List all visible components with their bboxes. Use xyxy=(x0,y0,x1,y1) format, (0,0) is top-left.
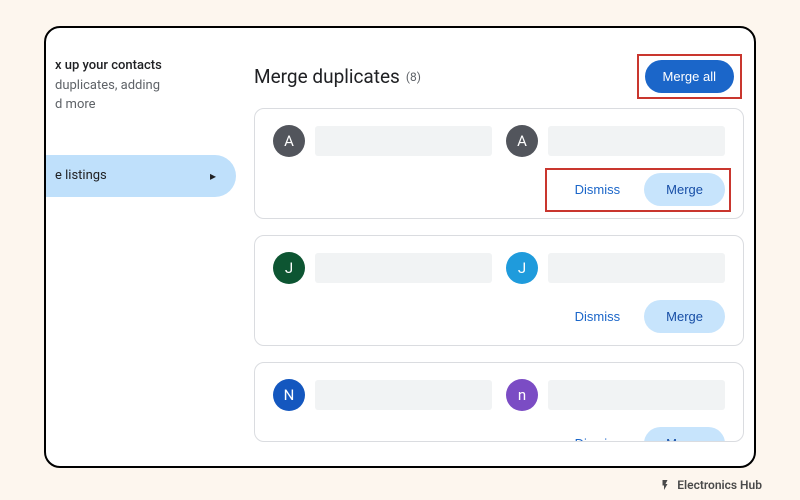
page-title: Merge duplicates (8) xyxy=(254,65,421,88)
contact-name-placeholder xyxy=(315,380,492,410)
duplicate-card: JJDismissMerge xyxy=(254,235,744,346)
header: Merge duplicates (8) Merge all xyxy=(254,54,742,99)
avatar: A xyxy=(273,125,305,157)
card-actions: Dismiss Merge xyxy=(273,300,725,333)
contact-entry[interactable]: N xyxy=(273,379,492,411)
sidebar-item-listings[interactable]: e listings ▸ xyxy=(44,155,236,197)
merge-all-button[interactable]: Merge all xyxy=(645,60,734,93)
dismiss-button[interactable]: Dismiss xyxy=(561,174,635,205)
contact-entry[interactable]: A xyxy=(506,125,725,157)
sidebar-heading-line3: d more xyxy=(55,95,236,115)
merge-button[interactable]: Merge xyxy=(644,300,725,333)
sidebar: x up your contacts duplicates, adding d … xyxy=(44,48,236,197)
duplicate-card: AADismissMerge xyxy=(254,108,744,219)
card-actions: Dismiss Merge xyxy=(273,427,725,442)
bolt-icon xyxy=(658,478,672,492)
contact-name-placeholder xyxy=(548,126,725,156)
avatar: A xyxy=(506,125,538,157)
avatar: J xyxy=(273,252,305,284)
avatar: J xyxy=(506,252,538,284)
app-window: x up your contacts duplicates, adding d … xyxy=(44,26,756,468)
sidebar-heading-line1: x up your contacts xyxy=(55,56,236,76)
card-actions: Dismiss Merge xyxy=(273,173,725,206)
avatar: N xyxy=(273,379,305,411)
contact-name-placeholder xyxy=(315,126,492,156)
sidebar-heading: x up your contacts duplicates, adding d … xyxy=(44,48,236,115)
contact-entry[interactable]: J xyxy=(506,252,725,284)
contact-pair: AA xyxy=(273,125,725,157)
contact-entry[interactable]: A xyxy=(273,125,492,157)
contact-entry[interactable]: J xyxy=(273,252,492,284)
contact-entry[interactable]: n xyxy=(506,379,725,411)
contact-name-placeholder xyxy=(548,253,725,283)
duplicate-card: Nn Dismiss Merge xyxy=(254,362,744,442)
duplicate-cards-list: AADismissMergeJJDismissMergeNnDismissMer… xyxy=(254,108,744,458)
contact-pair: JJ xyxy=(273,252,725,284)
sidebar-heading-line2: duplicates, adding xyxy=(55,76,236,96)
contact-name-placeholder xyxy=(315,253,492,283)
watermark-text: Electronics Hub xyxy=(677,478,762,492)
dismiss-button[interactable]: Dismiss xyxy=(561,428,635,442)
contact-pair: Nn xyxy=(273,379,725,411)
contact-name-placeholder xyxy=(548,380,725,410)
page-title-text: Merge duplicates xyxy=(254,65,400,88)
avatar: n xyxy=(506,379,538,411)
callout-box-merge-all: Merge all xyxy=(637,54,742,99)
merge-button[interactable]: Merge xyxy=(644,173,725,206)
chevron-right-icon: ▸ xyxy=(210,169,216,183)
watermark: Electronics Hub xyxy=(658,478,762,492)
dismiss-button[interactable]: Dismiss xyxy=(561,301,635,332)
sidebar-item-label: e listings xyxy=(55,168,107,183)
merge-button[interactable]: Merge xyxy=(644,427,725,442)
duplicate-count: (8) xyxy=(406,70,421,84)
